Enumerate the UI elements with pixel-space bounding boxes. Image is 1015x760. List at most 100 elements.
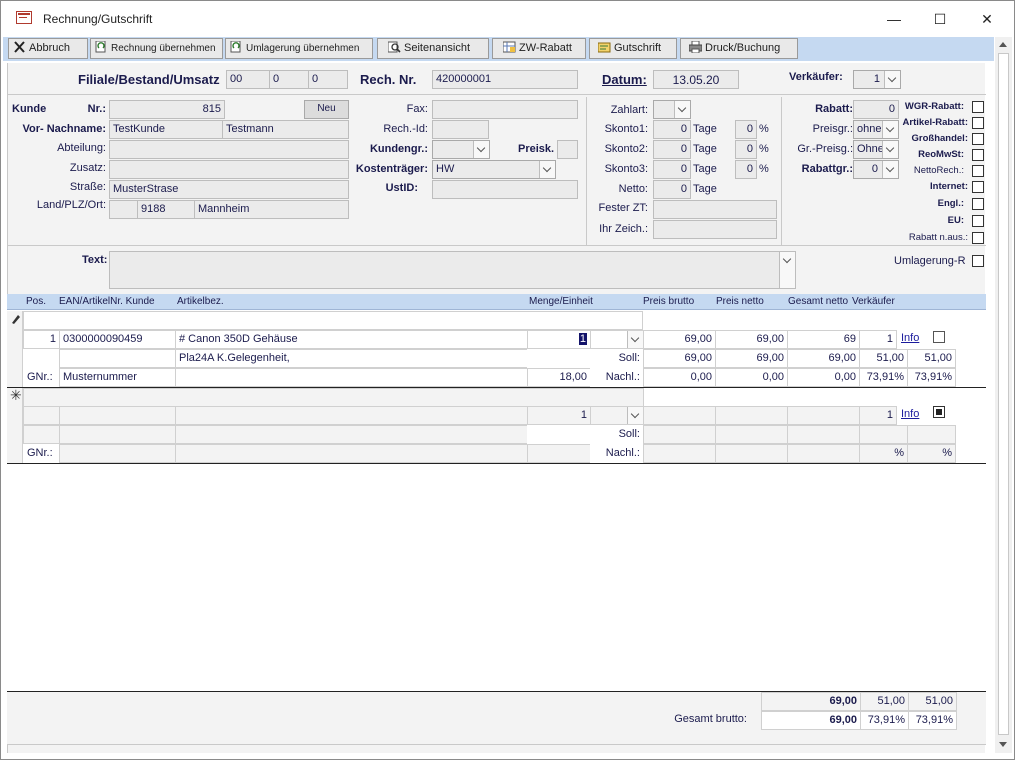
minimize-icon[interactable]: — [879, 7, 909, 31]
preis-brutto-cell[interactable] [643, 406, 716, 425]
engl-checkbox[interactable] [972, 198, 984, 210]
record-selector[interactable]: ✳ [7, 387, 23, 463]
gutschrift-button[interactable]: Gutschrift [589, 38, 677, 59]
ean-cell[interactable]: 0300000090459 [59, 330, 176, 349]
vorname-field[interactable]: TestKunde [109, 120, 223, 139]
nachl-p2-cell[interactable]: 73,91% [907, 368, 956, 387]
verkaeufer-cell[interactable]: 1 [859, 330, 897, 349]
kundengr-select[interactable] [432, 140, 490, 159]
ihr-zeich-field[interactable] [653, 220, 777, 239]
rabatt-naus-checkbox[interactable] [972, 232, 984, 244]
pos-cell[interactable] [23, 406, 60, 425]
soll-gesamt-cell[interactable]: 69,00 [787, 349, 860, 368]
verkaeufer-cell[interactable]: 1 [859, 406, 897, 425]
datum-field[interactable]: 13.05.20 [653, 70, 739, 89]
chevron-down-icon[interactable] [627, 331, 643, 348]
plz-field[interactable]: 9188 [137, 200, 195, 219]
gnr-menge-cell[interactable]: 18,00 [527, 368, 591, 387]
gesamt-netto-cell[interactable]: 69 [787, 330, 860, 349]
bestand-field[interactable]: 0 [269, 70, 309, 89]
abteilung-field[interactable] [109, 140, 349, 159]
record-selector[interactable] [7, 311, 23, 387]
vertical-scrollbar[interactable] [995, 37, 1012, 753]
close-icon[interactable]: ✕ [972, 7, 1002, 31]
bez2-cell[interactable] [175, 425, 528, 444]
skonto3-field[interactable]: 0 [653, 160, 691, 179]
sum-brutto-cell[interactable]: 69,00 [761, 692, 861, 711]
skonto2-field[interactable]: 0 [653, 140, 691, 159]
artikel-rabatt-checkbox[interactable] [972, 117, 984, 129]
preis-brutto-cell[interactable]: 69,00 [643, 330, 716, 349]
nachl-gesamt-cell[interactable] [787, 444, 860, 463]
nachname-field[interactable]: Testmann [222, 120, 349, 139]
skonto1-pct-field[interactable]: 0 [735, 120, 757, 139]
scroll-down-icon[interactable] [999, 742, 1007, 747]
gesamt-brutto-cell[interactable]: 69,00 [761, 711, 861, 730]
gesamt-p2-cell[interactable]: 73,91% [908, 711, 957, 730]
skonto1-field[interactable]: 0 [653, 120, 691, 139]
nettorech-checkbox[interactable] [972, 165, 984, 177]
chevron-down-icon[interactable] [473, 141, 489, 158]
soll-v1-cell[interactable] [859, 425, 908, 444]
gnr-cell[interactable] [59, 444, 176, 463]
nachl-p1-cell[interactable]: % [859, 444, 908, 463]
wgr-rabatt-checkbox[interactable] [972, 101, 984, 113]
verkaeufer-select[interactable]: 1 [853, 70, 901, 89]
rechnung-uebernehmen-button[interactable]: Rechnung übernehmen [90, 38, 223, 59]
kostentraeger-select[interactable]: HW [432, 160, 556, 179]
skonto3-pct-field[interactable]: 0 [735, 160, 757, 179]
abbruch-button[interactable]: Abbruch [8, 38, 88, 59]
text-area[interactable] [109, 251, 796, 289]
gnr-cell[interactable]: Musternummer [59, 368, 176, 387]
row-checkbox[interactable] [933, 331, 945, 343]
soll-v2-cell[interactable] [907, 425, 956, 444]
gesamt-netto-cell[interactable] [787, 406, 860, 425]
kunden-nr-field[interactable]: 815 [109, 100, 225, 119]
einheit-select[interactable] [590, 330, 644, 349]
internet-checkbox[interactable] [972, 181, 984, 193]
chevron-down-icon[interactable] [539, 161, 555, 178]
soll-brutto-cell[interactable]: 69,00 [643, 349, 716, 368]
skonto2-pct-field[interactable]: 0 [735, 140, 757, 159]
menge-cell[interactable]: 1 [527, 330, 591, 349]
grosshandel-checkbox[interactable] [972, 133, 984, 145]
rechid-field[interactable] [432, 120, 489, 139]
zahlart-select[interactable] [653, 100, 691, 119]
scroll-up-icon[interactable] [999, 42, 1007, 47]
preis-netto-cell[interactable] [715, 406, 788, 425]
ustid-field[interactable] [432, 180, 578, 199]
bez2-cell[interactable]: Pla24A K.Gelegenheit, [175, 349, 528, 368]
netto-field[interactable]: 0 [653, 180, 691, 199]
soll-netto-cell[interactable]: 69,00 [715, 349, 788, 368]
soll-v2-cell[interactable]: 51,00 [907, 349, 956, 368]
chevron-down-icon[interactable] [779, 252, 795, 288]
preis-netto-cell[interactable]: 69,00 [715, 330, 788, 349]
zw-rabatt-button[interactable]: ZW-Rabatt [492, 38, 586, 59]
eu-checkbox[interactable] [972, 215, 984, 227]
chevron-down-icon[interactable] [627, 407, 643, 424]
scroll-thumb[interactable] [998, 53, 1009, 735]
filiale-field[interactable]: 00 [226, 70, 270, 89]
row-checkbox[interactable] [933, 406, 945, 418]
bez-cell[interactable] [175, 406, 528, 425]
neu-button[interactable]: Neu [304, 100, 349, 119]
maximize-icon[interactable]: ☐ [925, 7, 955, 31]
chevron-down-icon[interactable] [884, 71, 900, 88]
fester-zt-field[interactable] [653, 200, 777, 219]
reomwst-checkbox[interactable] [972, 149, 984, 161]
nachl-p1-cell[interactable]: 73,91% [859, 368, 908, 387]
chevron-down-icon[interactable] [674, 101, 690, 118]
strasse-field[interactable]: MusterStrase [109, 180, 349, 199]
info-link[interactable]: Info [901, 408, 919, 420]
umlagerung-uebernehmen-button[interactable]: Umlagerung übernehmen [225, 38, 373, 59]
pos-cell[interactable]: 1 [23, 330, 60, 349]
sum-v2-cell[interactable]: 51,00 [908, 692, 957, 711]
soll-brutto-cell[interactable] [643, 425, 716, 444]
umsatz-field[interactable]: 0 [308, 70, 348, 89]
datum-label[interactable]: Datum: [602, 72, 647, 87]
ean-cell[interactable] [59, 406, 176, 425]
nachl-p2-cell[interactable]: % [907, 444, 956, 463]
soll-v1-cell[interactable]: 51,00 [859, 349, 908, 368]
einheit-select[interactable] [590, 406, 644, 425]
land-field[interactable] [109, 200, 138, 219]
